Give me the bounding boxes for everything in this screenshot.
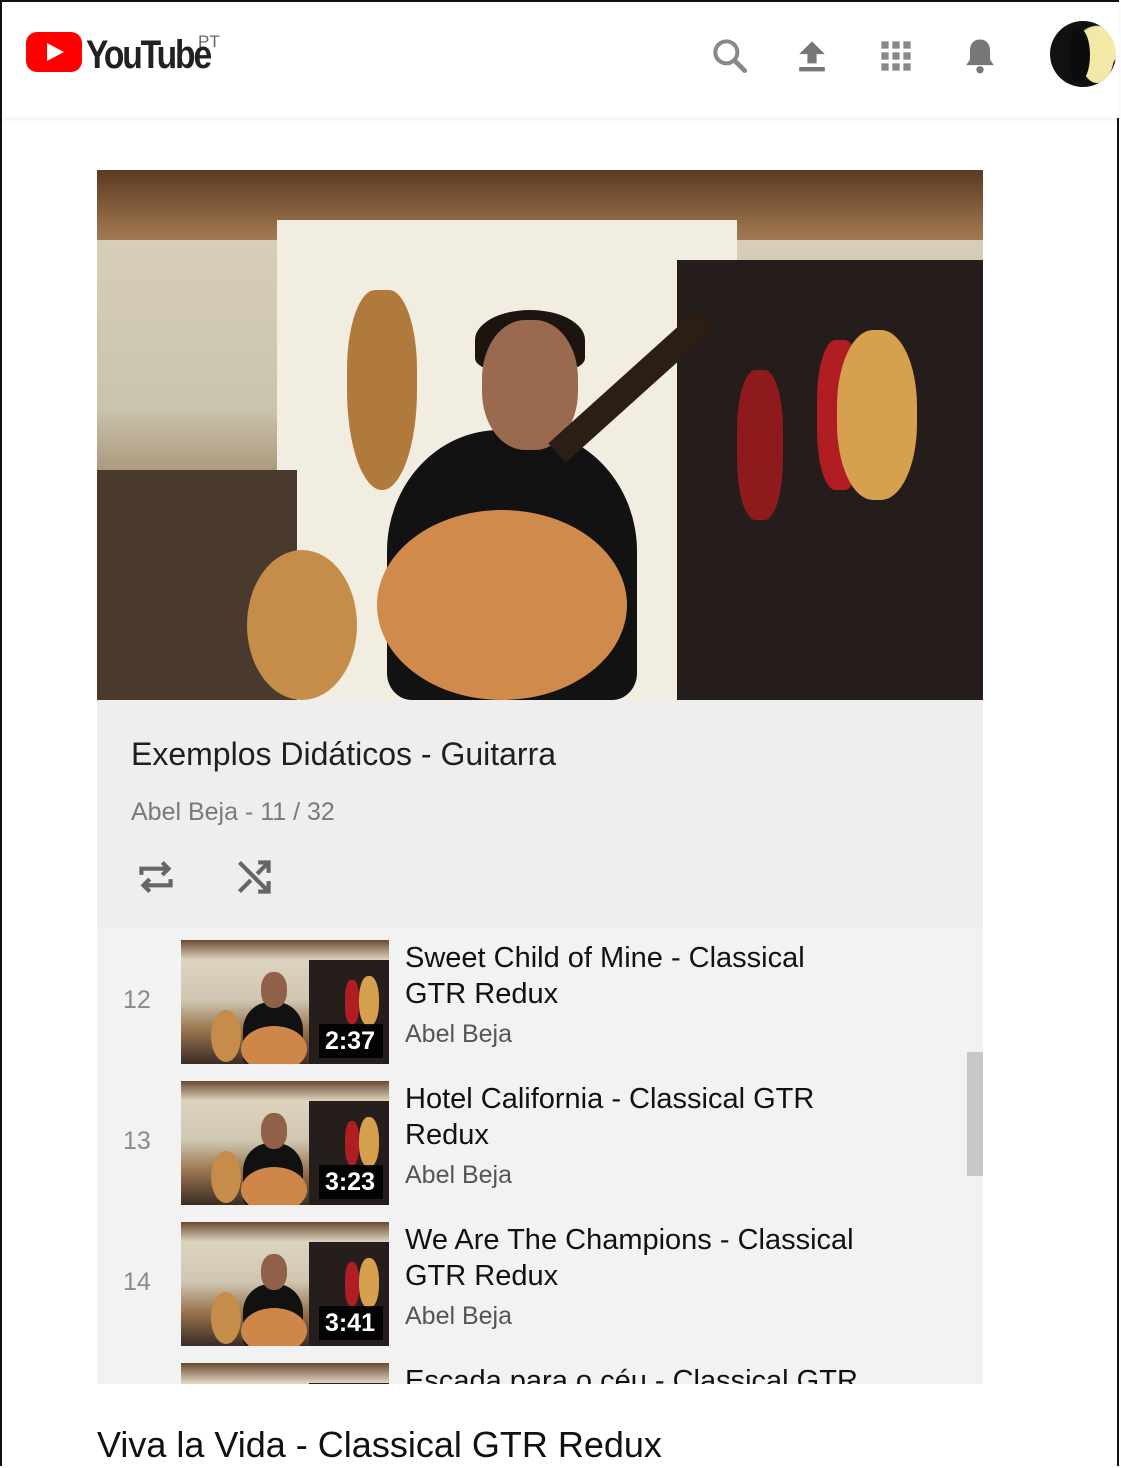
shuffle-icon[interactable] bbox=[229, 852, 279, 902]
playlist-panel: Exemplos Didáticos - Guitarra Abel Beja … bbox=[97, 170, 983, 1384]
upload-icon[interactable] bbox=[790, 34, 834, 78]
playlist-items: 12 2:37 Sweet Child of Mine - Classical … bbox=[97, 928, 983, 1384]
item-index: 12 bbox=[123, 986, 151, 1014]
video-thumbnail[interactable]: 2:37 bbox=[181, 940, 389, 1064]
channel-name: Abel Beja bbox=[405, 1161, 513, 1189]
video-title[interactable]: We Are The Champions - Classical GTR Red… bbox=[405, 1222, 865, 1294]
video-thumbnail[interactable]: 3:41 bbox=[181, 1222, 389, 1346]
logo-text: YouTube bbox=[86, 33, 212, 77]
list-item[interactable]: 12 2:37 Sweet Child of Mine - Classical … bbox=[97, 940, 967, 1066]
playlist-title[interactable]: Exemplos Didáticos - Guitarra bbox=[131, 736, 556, 773]
video-title[interactable]: Hotel California - Classical GTR Redux bbox=[405, 1081, 865, 1153]
list-item[interactable]: Escada para o céu - Classical GTR bbox=[97, 1363, 967, 1384]
notifications-icon[interactable] bbox=[958, 34, 1002, 78]
playlist-header: Exemplos Didáticos - Guitarra Abel Beja … bbox=[97, 700, 983, 928]
video-title[interactable]: Sweet Child of Mine - Classical GTR Redu… bbox=[405, 940, 865, 1012]
apps-icon[interactable] bbox=[874, 34, 918, 78]
list-item[interactable]: 13 3:23 Hotel California - Classical GTR… bbox=[97, 1081, 967, 1207]
video-thumbnail[interactable] bbox=[181, 1363, 389, 1384]
video-title[interactable]: Escada para o céu - Classical GTR bbox=[405, 1363, 965, 1384]
region-code: PT bbox=[198, 32, 220, 51]
youtube-play-logo-icon bbox=[26, 32, 82, 72]
playlist-scrollbar[interactable] bbox=[967, 1052, 983, 1176]
item-index: 13 bbox=[123, 1127, 151, 1155]
loop-icon[interactable] bbox=[131, 852, 181, 902]
item-index: 14 bbox=[123, 1268, 151, 1296]
duration-badge: 2:37 bbox=[318, 1024, 383, 1058]
channel-name: Abel Beja bbox=[405, 1020, 513, 1048]
video-thumbnail[interactable]: 3:23 bbox=[181, 1081, 389, 1205]
duration-badge: 3:41 bbox=[318, 1306, 383, 1340]
top-bar: YouTube PT bbox=[2, 2, 1119, 118]
playlist-hero-thumbnail[interactable] bbox=[97, 170, 983, 700]
channel-name: Abel Beja bbox=[405, 1302, 513, 1330]
playlist-subtitle: Abel Beja - 11 / 32 bbox=[131, 798, 335, 826]
video-title-main: Viva la Vida - Classical GTR Redux bbox=[97, 1424, 662, 1465]
search-icon[interactable] bbox=[708, 34, 752, 78]
list-item[interactable]: 14 3:41 We Are The Champions - Classical… bbox=[97, 1222, 967, 1348]
avatar[interactable] bbox=[1050, 21, 1116, 87]
duration-badge: 3:23 bbox=[318, 1165, 383, 1199]
